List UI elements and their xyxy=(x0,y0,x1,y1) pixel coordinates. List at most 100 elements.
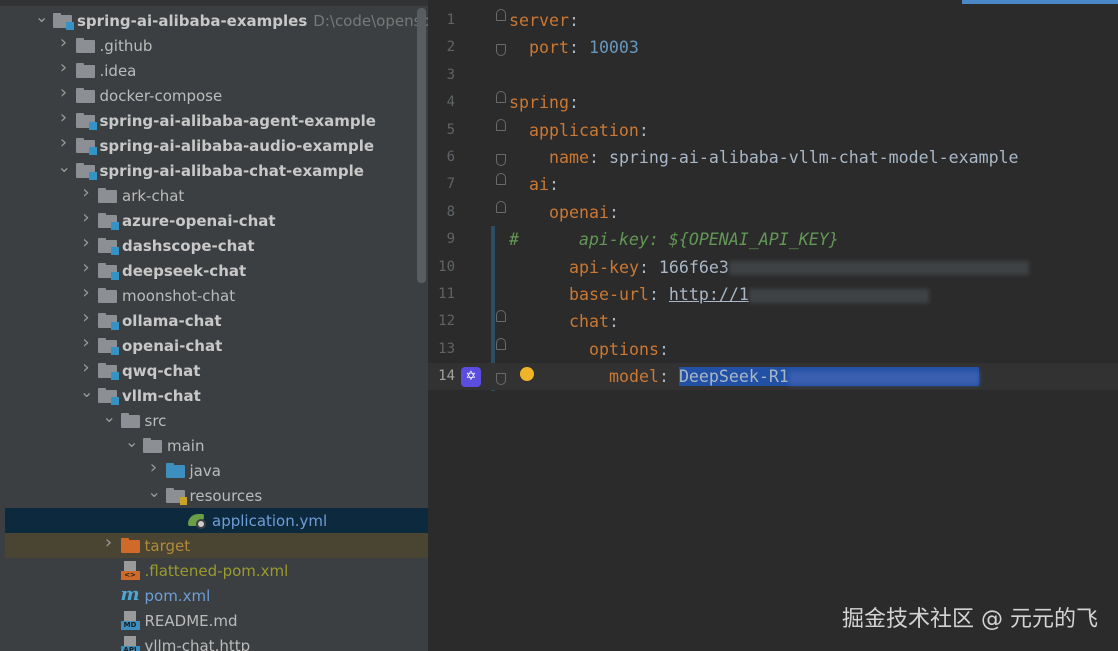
line-number: 12 xyxy=(438,313,455,330)
tree-item-target[interactable]: › target xyxy=(5,533,428,558)
fold-end-icon[interactable] xyxy=(496,154,506,166)
code-editor[interactable]: 1 server: 2 port: 10003 3 4 spring: 5 applicatio… xyxy=(428,0,1118,651)
chevron-right-icon[interactable]: › xyxy=(80,184,92,202)
project-path: D:\code\opensource\ xyxy=(313,11,428,30)
fold-icon[interactable] xyxy=(496,200,506,213)
tree-item-spring-ai-alibaba-chat-example[interactable]: ⌄ spring-ai-alibaba-chat-example xyxy=(5,158,428,183)
tree-item-resources[interactable]: ⌄ resources xyxy=(5,483,428,508)
panel-header-strip xyxy=(0,0,428,6)
chevron-down-icon[interactable]: ⌄ xyxy=(35,9,48,25)
yaml-text: : xyxy=(608,202,619,222)
redacted-text xyxy=(728,261,1029,276)
tree-item-moonshot-chat[interactable]: › moonshot-chat xyxy=(5,283,428,308)
code-line[interactable]: server: xyxy=(509,7,579,34)
yaml-comment: # api-key: ${OPENAI_API_KEY} xyxy=(509,230,839,250)
code-line[interactable]: ai: xyxy=(529,171,559,198)
tree-item-idea[interactable]: › .idea xyxy=(5,58,428,83)
module-folder-icon xyxy=(98,263,119,280)
code-line[interactable]: options: xyxy=(589,336,669,363)
tree-item-label: .github xyxy=(99,36,153,55)
code-line[interactable]: # api-key: ${OPENAI_API_KEY} xyxy=(509,226,839,253)
chevron-down-icon[interactable]: ⌄ xyxy=(125,434,138,450)
fold-icon[interactable] xyxy=(496,337,506,350)
resources-folder-icon xyxy=(165,488,187,505)
tree-item-ollama-chat[interactable]: › ollama-chat xyxy=(5,308,428,333)
ai-assistant-icon[interactable]: ✡ xyxy=(461,367,481,388)
chevron-right-icon[interactable]: › xyxy=(58,109,70,127)
yaml-key: base-url xyxy=(569,285,649,304)
chevron-down-icon[interactable]: ⌄ xyxy=(148,484,161,500)
code-line[interactable]: chat: xyxy=(569,308,619,335)
fold-icon[interactable] xyxy=(496,310,506,323)
yaml-text: : xyxy=(608,312,619,332)
fold-icon[interactable] xyxy=(496,118,506,131)
code-line[interactable]: spring: xyxy=(509,89,579,116)
tree-item-application-yml[interactable]: application.yml xyxy=(5,508,428,533)
tree-item-main[interactable]: ⌄ main xyxy=(5,433,428,458)
chevron-right-icon[interactable]: › xyxy=(80,284,92,302)
fold-icon[interactable] xyxy=(496,91,506,104)
yaml-key: spring xyxy=(509,93,569,113)
tree-item-readme-md[interactable]: MD README.md xyxy=(5,608,428,633)
code-line[interactable]: port: 10003 xyxy=(529,34,639,61)
chevron-down-icon[interactable]: ⌄ xyxy=(58,159,71,175)
fold-icon[interactable] xyxy=(496,173,506,186)
module-folder-icon xyxy=(98,313,119,330)
fold-icon[interactable] xyxy=(496,9,506,21)
tree-item-label: java xyxy=(189,461,221,480)
tree-item-label: main xyxy=(167,436,205,455)
chevron-right-icon[interactable]: › xyxy=(148,459,160,477)
code-line[interactable]: openai: xyxy=(549,199,619,226)
tree-item-spring-ai-alibaba-agent-example[interactable]: › spring-ai-alibaba-agent-example xyxy=(5,108,428,133)
chevron-right-icon[interactable]: › xyxy=(80,209,92,227)
tree-item-src[interactable]: ⌄ src xyxy=(5,408,428,433)
tree-item-qwq-chat[interactable]: › qwq-chat xyxy=(5,358,428,383)
line-number: 9 xyxy=(446,231,455,248)
selected-text: DeepSeek-R1 xyxy=(678,367,789,387)
tree-item-docker-compose[interactable]: › docker-compose xyxy=(5,83,428,108)
tree-item-github[interactable]: › .github xyxy=(5,33,428,58)
line-number: 5 xyxy=(446,121,455,138)
chevron-right-icon[interactable]: › xyxy=(58,134,70,152)
tree-item-pom-xml[interactable]: m pom.xml xyxy=(5,583,428,608)
module-folder-icon xyxy=(75,138,97,155)
chevron-right-icon[interactable]: › xyxy=(58,34,70,52)
chevron-right-icon[interactable]: › xyxy=(80,334,92,352)
yaml-text: : xyxy=(648,285,669,304)
chevron-right-icon[interactable]: › xyxy=(58,59,70,77)
tree-item-ark-chat[interactable]: › ark-chat xyxy=(5,183,428,208)
tree-item-vllm-chat[interactable]: ⌄ vllm-chat xyxy=(5,383,428,408)
code-line[interactable]: name: spring-ai-alibaba-vllm-chat-model-… xyxy=(549,144,1019,171)
code-line[interactable]: model: DeepSeek-R1 xyxy=(609,363,979,390)
folder-icon xyxy=(75,88,95,103)
yaml-key: application xyxy=(529,120,639,140)
code-line[interactable]: api-key: 166f6e3 xyxy=(569,254,1029,281)
tree-item-azure-openai-chat[interactable]: › azure-openai-chat xyxy=(5,208,428,233)
chevron-right-icon[interactable]: › xyxy=(80,359,92,377)
code-line[interactable]: base-url: http://1 xyxy=(569,281,929,308)
tree-item-dashscope-chat[interactable]: › dashscope-chat xyxy=(5,233,428,258)
url-text[interactable]: http://1 xyxy=(669,285,749,304)
tree-item-java[interactable]: › java xyxy=(5,458,428,483)
tree-item-vllm-chat-http[interactable]: API vllm-chat.http xyxy=(5,633,428,651)
tree-item-flattened-pom-xml[interactable]: <> .flattened-pom.xml xyxy=(5,558,428,583)
chevron-down-icon[interactable]: ⌄ xyxy=(80,384,93,400)
chevron-right-icon[interactable]: › xyxy=(58,84,70,102)
chevron-right-icon[interactable]: › xyxy=(80,309,92,327)
yaml-text: : xyxy=(658,367,679,387)
tree-item-spring-ai-alibaba-examples[interactable]: ⌄ spring-ai-alibaba-examples D:\code\opens… xyxy=(5,8,428,33)
chevron-right-icon[interactable]: › xyxy=(103,534,115,552)
tree-item-openai-chat[interactable]: › openai-chat xyxy=(5,333,428,358)
chevron-down-icon[interactable]: ⌄ xyxy=(103,409,116,425)
fold-end-icon[interactable] xyxy=(496,44,506,57)
fold-end-icon[interactable] xyxy=(496,373,506,386)
chevron-right-icon[interactable]: › xyxy=(80,259,92,277)
line-number: 8 xyxy=(446,203,455,220)
code-line[interactable]: application: xyxy=(529,117,649,144)
tree-scrollbar[interactable] xyxy=(417,8,426,283)
module-folder-icon xyxy=(98,213,119,230)
tree-item-spring-ai-alibaba-audio-example[interactable]: › spring-ai-alibaba-audio-example xyxy=(5,133,428,158)
chevron-right-icon[interactable]: › xyxy=(80,234,92,252)
yaml-text: : 166f6e3 xyxy=(638,257,729,277)
tree-item-deepseek-chat[interactable]: › deepseek-chat xyxy=(5,258,428,283)
